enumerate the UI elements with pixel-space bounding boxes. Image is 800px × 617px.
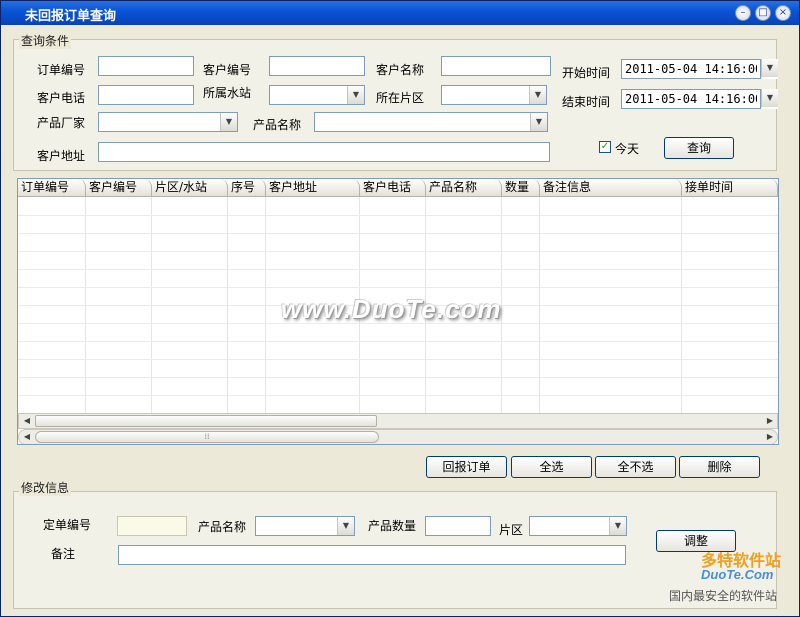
grid-row-line: [18, 269, 778, 270]
chevron-down-icon: ▼: [529, 86, 546, 104]
maker-select[interactable]: ▼: [98, 112, 238, 132]
grid-row-line: [18, 359, 778, 360]
close-button[interactable]: ×: [775, 5, 791, 21]
order-no-label: 订单编号: [37, 63, 86, 77]
customer-no-label: 客户编号: [203, 63, 252, 77]
search-button[interactable]: 查询: [664, 137, 734, 159]
edit-remark-input[interactable]: [118, 545, 626, 565]
edit-product-select[interactable]: ▼: [255, 516, 355, 536]
station-select[interactable]: ▼: [269, 85, 365, 105]
duote-logo-en: DuoTe.Com: [701, 567, 774, 582]
chevron-down-icon: ▼: [609, 517, 626, 535]
watermark-text: www.DuoTe.com: [281, 294, 502, 324]
area-select[interactable]: ▼: [441, 85, 547, 105]
customer-name-input[interactable]: [441, 56, 551, 76]
phone-label: 客户电话: [37, 91, 86, 105]
edit-order-no-field: [117, 516, 187, 536]
grid-row-line: [18, 215, 778, 216]
restore-button[interactable]: □: [755, 5, 771, 21]
grid-row-line: [18, 377, 778, 378]
column-header[interactable]: 片区/水站: [152, 179, 228, 197]
area-label: 所在片区: [376, 91, 425, 105]
scroll-right-icon[interactable]: ▶: [763, 414, 777, 428]
column-header[interactable]: 产品名称: [426, 179, 502, 197]
scroll-left-icon[interactable]: ◀: [20, 430, 34, 444]
start-time-dropdown[interactable]: ▼: [761, 59, 778, 79]
column-header[interactable]: 备注信息: [540, 179, 682, 197]
start-time-label: 开始时间: [562, 66, 611, 80]
column-header[interactable]: 订单编号: [18, 179, 86, 197]
edit-order-no-label: 定单编号: [43, 518, 92, 532]
edit-group-label: 修改信息: [19, 479, 72, 496]
select-none-button[interactable]: 全不选: [595, 456, 676, 478]
customer-no-input[interactable]: [269, 56, 365, 76]
customer-name-label: 客户名称: [376, 63, 425, 77]
edit-area-select[interactable]: ▼: [529, 516, 627, 536]
column-header[interactable]: 客户编号: [86, 179, 152, 197]
column-header[interactable]: 数量: [502, 179, 540, 197]
chevron-down-icon: ▼: [530, 113, 547, 131]
edit-product-label: 产品名称: [198, 520, 247, 534]
end-time-dropdown[interactable]: ▼: [761, 89, 778, 109]
grid-row-line: [18, 233, 778, 234]
chevron-down-icon: ▼: [761, 59, 778, 77]
horizontal-scrollbar-inner[interactable]: ◀ ▶: [18, 413, 778, 429]
address-input[interactable]: [98, 142, 550, 162]
duote-slogan: 国内最安全的软件站: [669, 589, 778, 603]
edit-area-label: 片区: [499, 523, 524, 537]
column-header[interactable]: 客户电话: [360, 179, 426, 197]
product-select[interactable]: ▼: [314, 112, 548, 132]
edit-qty-label: 产品数量: [368, 519, 417, 533]
scroll-left-icon[interactable]: ◀: [20, 414, 34, 428]
chevron-down-icon: ▼: [347, 86, 364, 104]
report-order-button[interactable]: 回报订单: [426, 456, 507, 478]
address-label: 客户地址: [37, 149, 86, 163]
start-time-input[interactable]: [621, 59, 761, 79]
column-header[interactable]: 接单时间: [682, 179, 778, 197]
end-time-input[interactable]: [621, 89, 761, 109]
product-label: 产品名称: [253, 118, 302, 132]
column-header[interactable]: 序号: [228, 179, 266, 197]
edit-qty-input[interactable]: [425, 516, 491, 536]
today-label: 今天: [615, 142, 640, 156]
end-time-label: 结束时间: [562, 95, 611, 109]
grid-row-line: [18, 287, 778, 288]
grid-row-line: [18, 395, 778, 396]
station-label: 所属水站: [203, 86, 252, 100]
select-all-button[interactable]: 全选: [511, 456, 592, 478]
title-bar[interactable]: 未回报订单查询 – □ ×: [1, 1, 799, 25]
phone-input[interactable]: [98, 85, 194, 105]
column-header[interactable]: 客户地址: [266, 179, 360, 197]
horizontal-scrollbar-outer[interactable]: ◀ ⁞⁞ ▶: [18, 429, 778, 444]
delete-button[interactable]: 删除: [679, 456, 760, 478]
scroll-thumb-grip[interactable]: ⁞⁞: [35, 431, 379, 443]
scroll-thumb[interactable]: [35, 415, 377, 427]
grid-row-line: [18, 341, 778, 342]
maker-label: 产品厂家: [37, 116, 86, 130]
chevron-down-icon: ▼: [220, 113, 237, 131]
today-checkbox[interactable]: ✓: [599, 141, 611, 153]
chevron-down-icon: ▼: [337, 517, 354, 535]
scroll-right-icon[interactable]: ▶: [763, 430, 777, 444]
query-group-label: 查询条件: [19, 32, 72, 49]
minimize-button[interactable]: –: [735, 5, 751, 21]
chevron-down-icon: ▼: [761, 89, 778, 107]
main-window: 未回报订单查询 – □ × 查询条件 订单编号 客户编号 客户名称 开始时间 ▼…: [0, 0, 800, 617]
grid-row-line: [18, 251, 778, 252]
order-no-input[interactable]: [98, 56, 194, 76]
edit-remark-label: 备注: [51, 547, 76, 561]
window-title: 未回报订单查询: [25, 9, 117, 24]
